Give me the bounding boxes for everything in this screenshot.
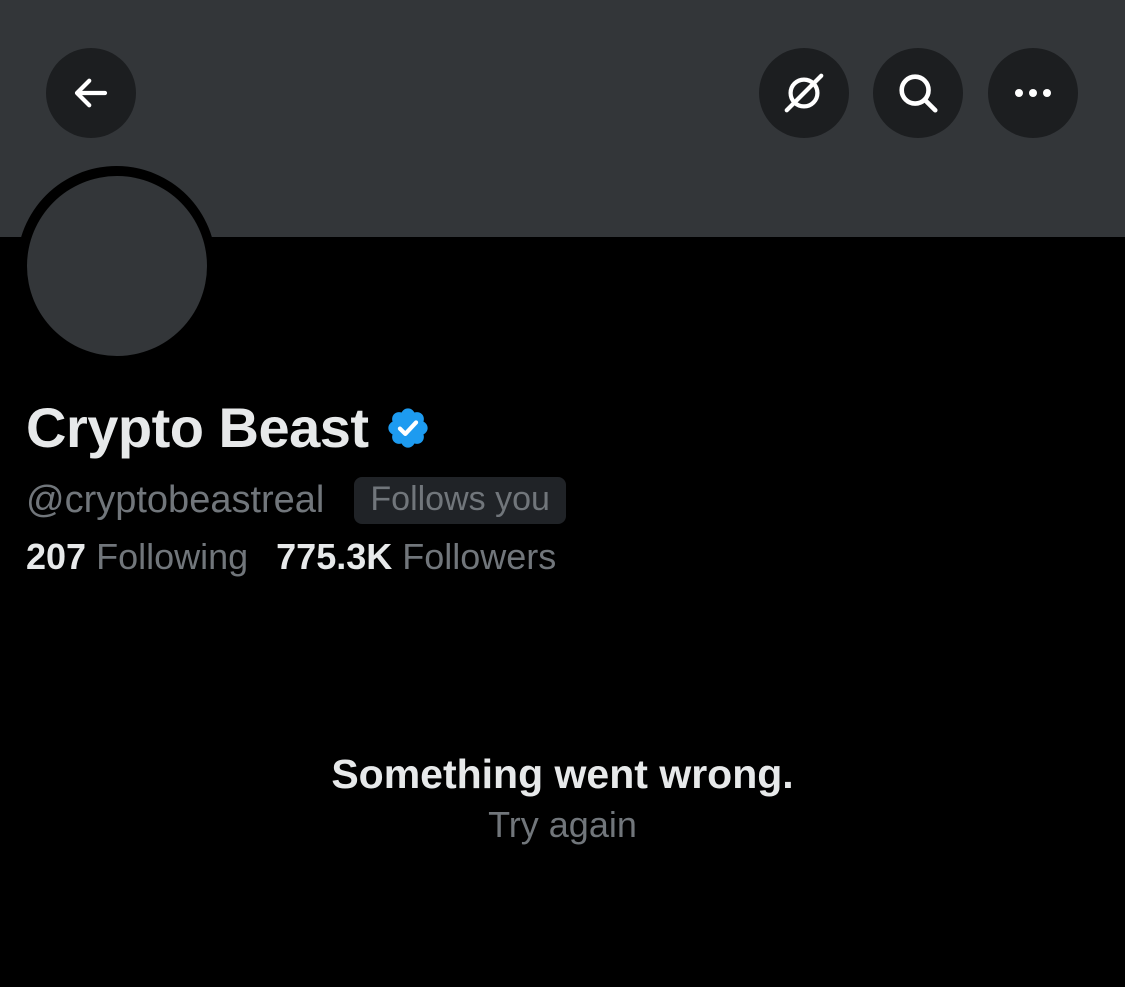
followers-stat[interactable]: 775.3K Followers xyxy=(276,536,556,578)
search-button[interactable] xyxy=(873,48,963,138)
follows-you-badge: Follows you xyxy=(354,476,566,524)
more-options-button[interactable] xyxy=(988,48,1078,138)
error-message-block: Something went wrong. Try again xyxy=(0,748,1125,850)
verified-badge-icon[interactable] xyxy=(385,405,431,451)
following-count: 207 xyxy=(26,536,87,577)
display-name: Crypto Beast xyxy=(26,395,369,459)
search-icon xyxy=(899,74,938,113)
error-title: Something went wrong. xyxy=(331,751,794,797)
handle-row: @cryptobeastreal Follows you xyxy=(26,474,566,526)
follow-stats: 207 Following 775.3K Followers xyxy=(26,532,556,582)
following-stat[interactable]: 207 Following xyxy=(26,536,248,578)
arrow-left-icon xyxy=(74,78,108,108)
display-name-row: Crypto Beast xyxy=(26,392,431,462)
try-again-link[interactable]: Try again xyxy=(488,800,637,850)
back-button[interactable] xyxy=(46,48,136,138)
followers-label: Followers xyxy=(402,536,557,577)
following-label: Following xyxy=(96,536,249,577)
grok-icon xyxy=(784,73,824,113)
profile-handle: @cryptobeastreal xyxy=(26,478,325,521)
more-dots-icon xyxy=(1015,89,1051,97)
grok-button[interactable] xyxy=(759,48,849,138)
followers-count: 775.3K xyxy=(276,536,393,577)
avatar[interactable] xyxy=(27,176,207,356)
